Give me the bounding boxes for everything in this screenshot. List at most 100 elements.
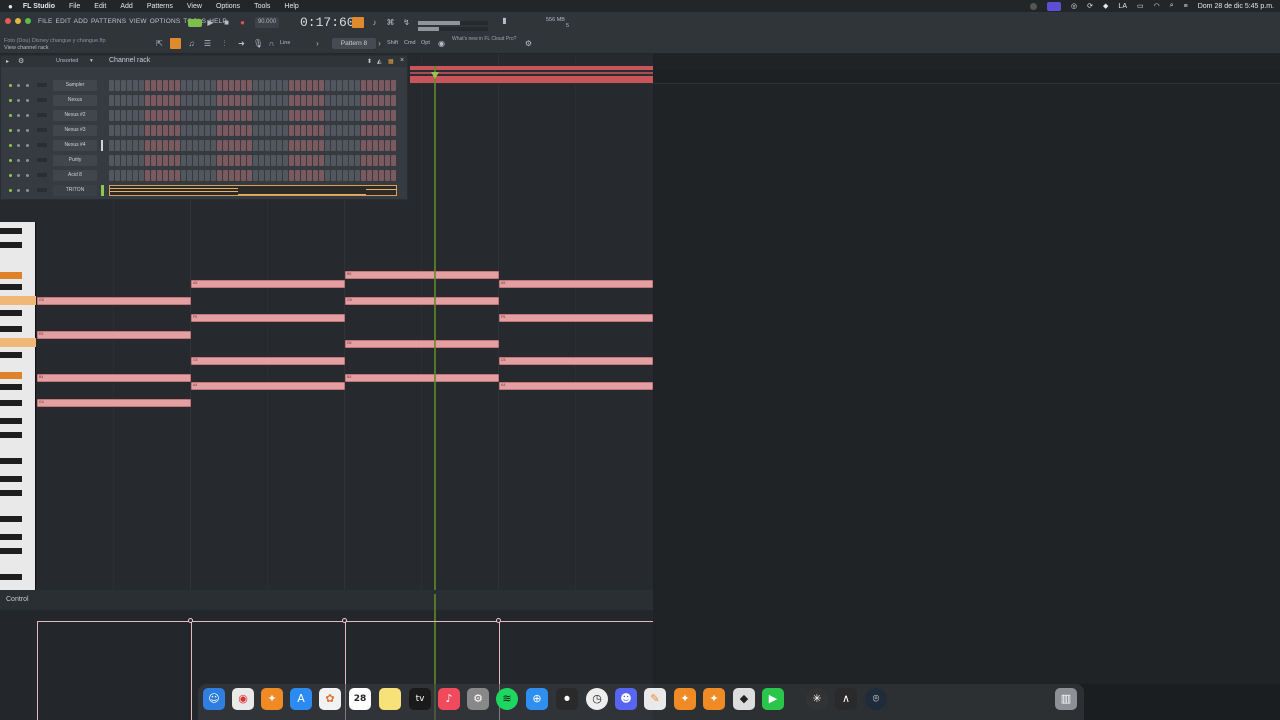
step-button[interactable] — [385, 170, 390, 181]
input-language[interactable]: LA — [1118, 3, 1127, 10]
channel-pan-knob[interactable] — [17, 144, 20, 147]
step-button[interactable] — [367, 125, 372, 136]
creative-cloud-icon[interactable]: ◎ — [1071, 2, 1077, 10]
step-button[interactable] — [319, 110, 324, 121]
step-button[interactable] — [373, 140, 378, 151]
snap-mode-label[interactable]: Line — [280, 40, 290, 46]
safari-icon[interactable]: ⊕ — [526, 688, 548, 710]
channel-pan-knob[interactable] — [17, 114, 20, 117]
step-button[interactable] — [331, 80, 336, 91]
rack-menu-arrow-icon[interactable]: ▸ — [6, 58, 9, 65]
step-button[interactable] — [169, 140, 174, 151]
channel-row-triton[interactable]: TRITON — [1, 183, 407, 198]
step-button[interactable] — [163, 170, 168, 181]
step-button[interactable] — [175, 140, 180, 151]
step-button[interactable] — [181, 95, 186, 106]
step-button[interactable] — [253, 95, 258, 106]
step-button[interactable] — [127, 140, 132, 151]
step-button[interactable] — [163, 125, 168, 136]
step-button[interactable] — [181, 155, 186, 166]
step-button[interactable] — [313, 110, 318, 121]
step-button[interactable] — [265, 170, 270, 181]
step-button[interactable] — [193, 95, 198, 106]
black-key[interactable] — [0, 418, 22, 424]
step-button[interactable] — [259, 155, 264, 166]
step-button[interactable] — [157, 125, 162, 136]
step-button[interactable] — [379, 125, 384, 136]
stop-button[interactable]: ■ — [222, 18, 231, 27]
step-button[interactable] — [373, 80, 378, 91]
channel-mute-led[interactable] — [9, 99, 12, 102]
channel-name[interactable]: Nexus #4 — [53, 140, 97, 151]
rack-swing-icon[interactable]: ⬍ — [367, 58, 372, 65]
step-button[interactable] — [127, 110, 132, 121]
channel-filter[interactable]: Unsorted — [56, 58, 78, 64]
step-button[interactable] — [337, 170, 342, 181]
step-button[interactable] — [229, 80, 234, 91]
step-button[interactable] — [343, 125, 348, 136]
step-button[interactable] — [187, 110, 192, 121]
clock-datetime[interactable]: Dom 28 de dic 5:45 p.m. — [1198, 3, 1274, 10]
step-button[interactable] — [229, 125, 234, 136]
step-button[interactable] — [241, 80, 246, 91]
step-button[interactable] — [229, 155, 234, 166]
step-button[interactable] — [253, 170, 258, 181]
step-button[interactable] — [199, 170, 204, 181]
step-button[interactable] — [301, 125, 306, 136]
step-button[interactable] — [235, 155, 240, 166]
step-button[interactable] — [235, 80, 240, 91]
step-button[interactable] — [337, 140, 342, 151]
step-button[interactable] — [205, 140, 210, 151]
step-button[interactable] — [127, 95, 132, 106]
channel-name[interactable]: Nexus #2 — [53, 110, 97, 121]
channel-row-nexus[interactable]: Nexus — [1, 93, 407, 108]
step-button[interactable] — [337, 80, 342, 91]
midi-note[interactable]: D5 — [345, 340, 499, 348]
step-button[interactable] — [175, 110, 180, 121]
channel-row-nexus-4[interactable]: Nexus #4 — [1, 138, 407, 153]
channel-mute-led[interactable] — [9, 114, 12, 117]
step-button[interactable] — [139, 170, 144, 181]
step-button[interactable] — [349, 155, 354, 166]
step-button[interactable] — [259, 140, 264, 151]
step-button[interactable] — [253, 110, 258, 121]
pattern-arrow-icon[interactable]: › — [375, 39, 384, 48]
step-button[interactable] — [391, 140, 396, 151]
channel-volume-knob[interactable] — [26, 129, 29, 132]
step-button[interactable] — [139, 140, 144, 151]
step-button[interactable] — [265, 80, 270, 91]
rack-close-icon[interactable]: × — [400, 57, 404, 64]
channel-volume-knob[interactable] — [26, 144, 29, 147]
step-button[interactable] — [295, 170, 300, 181]
menu-tools[interactable]: Tools — [254, 3, 270, 10]
step-button[interactable] — [385, 80, 390, 91]
step-button[interactable] — [157, 155, 162, 166]
step-button[interactable] — [313, 80, 318, 91]
step-button[interactable] — [175, 80, 180, 91]
step-button[interactable] — [247, 110, 252, 121]
step-button[interactable] — [127, 80, 132, 91]
step-button[interactable] — [367, 110, 372, 121]
highlighted-key[interactable] — [0, 338, 36, 347]
velocity-handle[interactable] — [496, 618, 501, 623]
step-button[interactable] — [349, 170, 354, 181]
step-button[interactable] — [139, 80, 144, 91]
playlist-view-button[interactable]: ☰ — [203, 39, 212, 48]
step-button[interactable] — [121, 95, 126, 106]
step-button[interactable] — [301, 95, 306, 106]
step-button[interactable] — [355, 125, 360, 136]
step-button[interactable] — [157, 110, 162, 121]
step-button[interactable] — [349, 140, 354, 151]
channel-pan-knob[interactable] — [17, 99, 20, 102]
pages-icon[interactable]: ✎ — [644, 688, 666, 710]
channel-pan-knob[interactable] — [17, 189, 20, 192]
step-button[interactable] — [187, 155, 192, 166]
countdown-icon[interactable]: ⌘ — [386, 18, 395, 27]
step-button[interactable] — [139, 125, 144, 136]
channel-mute-led[interactable] — [9, 84, 12, 87]
black-key[interactable] — [0, 352, 22, 358]
step-button[interactable] — [271, 80, 276, 91]
step-button[interactable] — [379, 155, 384, 166]
step-button[interactable] — [295, 155, 300, 166]
rack-steps-icon[interactable]: ▦ — [388, 58, 394, 65]
